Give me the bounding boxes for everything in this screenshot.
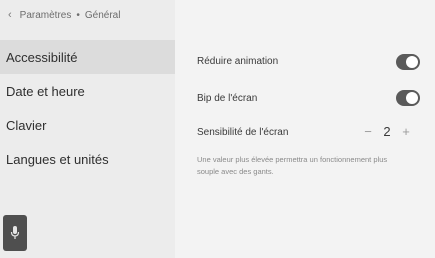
breadcrumb-current: Général xyxy=(84,9,121,21)
increase-button[interactable]: + xyxy=(399,124,413,139)
reduce-animation-toggle[interactable] xyxy=(396,54,420,70)
sensitivity-description: Une valeur plus élevée permettra un fonc… xyxy=(197,155,388,176)
reduce-animation-label: Réduire animation xyxy=(197,56,279,67)
settings-screen: ‹ Paramètres • Général Accessibilité Dat… xyxy=(0,0,435,258)
sidebar-item-accessibility[interactable]: Accessibilité xyxy=(0,40,175,74)
toggle-knob xyxy=(406,92,418,104)
sensitivity-value: 2 xyxy=(383,124,391,139)
screen-beep-label: Bip de l'écran xyxy=(197,93,258,104)
settings-panel: Réduire animation Bip de l'écran Sensibi… xyxy=(175,0,435,258)
sidebar-item-keyboard[interactable]: Clavier xyxy=(0,108,175,142)
sidebar-item-label: Clavier xyxy=(6,117,47,133)
voice-button[interactable] xyxy=(3,215,27,251)
sensitivity-stepper: − 2 + xyxy=(361,124,413,139)
chevron-left-icon[interactable]: ‹ xyxy=(8,9,12,21)
sidebar-item-languages-units[interactable]: Langues et unités xyxy=(0,142,175,176)
sidebar: ‹ Paramètres • Général Accessibilité Dat… xyxy=(0,0,175,258)
breadcrumb-separator: • xyxy=(76,9,80,21)
sidebar-item-label: Accessibilité xyxy=(6,49,78,65)
screen-sensitivity-label: Sensibilité de l'écran xyxy=(197,127,289,138)
toggle-knob xyxy=(406,56,418,68)
breadcrumb[interactable]: ‹ Paramètres • Général xyxy=(8,9,120,21)
microphone-icon xyxy=(10,226,20,239)
screen-beep-toggle[interactable] xyxy=(396,90,420,106)
sidebar-item-label: Date et heure xyxy=(6,83,85,99)
decrease-button[interactable]: − xyxy=(361,124,375,139)
sidebar-item-date-time[interactable]: Date et heure xyxy=(0,74,175,108)
breadcrumb-parent[interactable]: Paramètres xyxy=(20,10,72,21)
sidebar-item-label: Langues et unités xyxy=(6,151,109,167)
